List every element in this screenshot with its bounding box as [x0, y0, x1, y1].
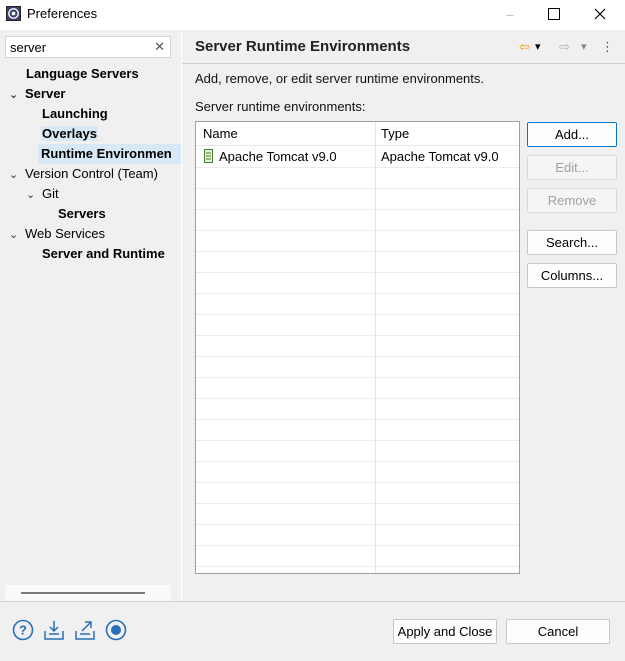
row-divider	[196, 251, 519, 252]
runtime-environments-table[interactable]: Name Type Apache Tomcat v9.0 Apache Tomc…	[195, 121, 520, 574]
tree-item-label: Overlays	[41, 126, 98, 141]
minimize-icon: –	[506, 6, 514, 22]
row-divider	[196, 377, 519, 378]
add-button[interactable]: Add...	[527, 122, 617, 147]
tree-item-label: Runtime Environmen	[41, 146, 172, 161]
column-header-type[interactable]: Type	[381, 126, 409, 141]
row-divider	[196, 440, 519, 441]
tree-item-overlays[interactable]: Overlays	[41, 124, 98, 144]
tree-item-label: Launching	[42, 106, 108, 121]
tree-item-label: Server and Runtime	[42, 246, 165, 261]
tree-item-runtime-environments[interactable]: Runtime Environmen	[38, 144, 181, 164]
search-button[interactable]: Search...	[527, 230, 617, 255]
row-divider	[196, 503, 519, 504]
tree-item-git-servers[interactable]: Servers	[58, 204, 106, 224]
preferences-tree-panel: ✕ Language Servers ⌄Server Launching Ove…	[0, 30, 181, 601]
more-options-icon[interactable]: ⋮	[601, 38, 614, 56]
apply-and-close-button[interactable]: Apply and Close	[393, 619, 497, 644]
close-icon	[594, 8, 606, 20]
tree-item-server-and-runtime[interactable]: Server and Runtime	[42, 244, 165, 264]
row-name: Apache Tomcat v9.0	[219, 149, 337, 164]
export-icon[interactable]	[74, 619, 96, 641]
column-header-name[interactable]: Name	[203, 126, 238, 141]
chevron-down-icon[interactable]: ⌄	[9, 165, 25, 185]
row-type: Apache Tomcat v9.0	[381, 149, 499, 164]
close-button[interactable]	[577, 0, 623, 28]
chevron-down-icon[interactable]: ⌄	[26, 185, 42, 205]
import-icon[interactable]	[43, 619, 65, 641]
tree-item-label: Web Services	[25, 226, 105, 241]
tree-item-label: Git	[42, 186, 59, 201]
tree-item-label: Version Control (Team)	[25, 166, 158, 181]
chevron-down-icon[interactable]: ⌄	[9, 85, 25, 105]
scrollbar-thumb[interactable]	[21, 592, 145, 594]
maximize-icon	[548, 8, 560, 20]
back-arrow-icon[interactable]: ⇦	[519, 38, 530, 56]
tree-item-server[interactable]: ⌄ Server	[9, 84, 65, 104]
columns-button[interactable]: Columns...	[527, 263, 617, 288]
row-divider	[196, 188, 519, 189]
row-divider	[196, 335, 519, 336]
row-divider	[196, 209, 519, 210]
tree-item-version-control[interactable]: ⌄ Version Control (Team)	[9, 164, 158, 184]
tree-item-label: Server	[25, 86, 66, 101]
tree-item-web-services[interactable]: ⌄ Web Services	[9, 224, 105, 244]
edit-button[interactable]: Edit...	[527, 155, 617, 180]
title-bar: Preferences –	[0, 0, 625, 28]
clear-filter-icon[interactable]: ✕	[154, 39, 165, 55]
cancel-button[interactable]: Cancel	[506, 619, 610, 644]
row-divider	[196, 566, 519, 567]
forward-menu-icon[interactable]: ▾	[581, 38, 587, 56]
table-row[interactable]: Apache Tomcat v9.0 Apache Tomcat v9.0	[196, 146, 519, 167]
row-divider	[196, 398, 519, 399]
row-divider	[196, 461, 519, 462]
back-menu-icon[interactable]: ▾	[535, 38, 541, 56]
table-header: Name Type	[196, 122, 519, 146]
tree-item-launching[interactable]: Launching	[42, 104, 108, 124]
dialog-footer: ? Apply and Close Cancel	[0, 602, 625, 661]
filter-box: ✕	[5, 36, 171, 58]
row-divider	[196, 230, 519, 231]
row-divider	[196, 524, 519, 525]
window-title: Preferences	[27, 6, 98, 21]
row-divider	[196, 272, 519, 273]
title-divider	[182, 63, 625, 64]
chevron-down-icon[interactable]: ⌄	[9, 225, 25, 245]
row-divider	[196, 419, 519, 420]
horizontal-scrollbar[interactable]	[5, 585, 171, 601]
row-divider	[196, 167, 519, 168]
page-description: Add, remove, or edit server runtime envi…	[195, 71, 485, 86]
row-divider	[196, 314, 519, 315]
minimize-button[interactable]: –	[487, 0, 533, 28]
forward-arrow-icon[interactable]: ⇨	[559, 38, 570, 56]
record-icon[interactable]	[105, 619, 127, 641]
remove-button[interactable]: Remove	[527, 188, 617, 213]
row-divider	[196, 356, 519, 357]
row-divider	[196, 293, 519, 294]
row-divider	[196, 482, 519, 483]
tree-item-git[interactable]: ⌄ Git	[26, 184, 59, 204]
preference-page: Server Runtime Environments ⇦ ▾ ⇨ ▾ ⋮ Ad…	[182, 30, 625, 601]
list-label: Server runtime environments:	[195, 99, 366, 114]
eclipse-app-icon	[6, 6, 21, 21]
filter-input[interactable]	[6, 37, 146, 57]
tree-item-label: Language Servers	[26, 66, 139, 81]
maximize-button[interactable]	[531, 0, 577, 28]
tree-item-language-servers[interactable]: Language Servers	[26, 64, 139, 84]
server-runtime-icon	[204, 149, 213, 163]
help-icon[interactable]: ?	[12, 619, 34, 641]
column-separator	[375, 122, 376, 573]
row-divider	[196, 545, 519, 546]
svg-text:?: ?	[19, 623, 27, 638]
tree-item-label: Servers	[58, 206, 106, 221]
page-title: Server Runtime Environments	[195, 38, 411, 55]
